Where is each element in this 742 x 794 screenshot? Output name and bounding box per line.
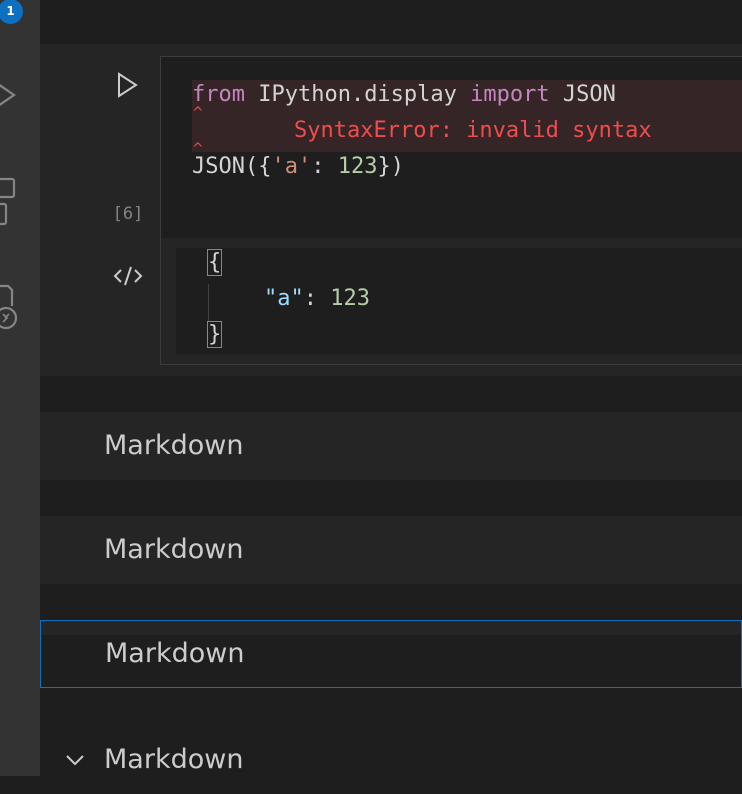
notification-badge: 1: [0, 0, 23, 24]
chevron-down-icon[interactable]: [64, 752, 86, 768]
json-close-brace: }: [206, 321, 223, 348]
markdown-cell-label: Markdown: [105, 638, 245, 669]
run-debug-icon[interactable]: [0, 80, 18, 110]
json-entry: "a": 123: [264, 286, 370, 311]
markdown-cell-label: Markdown: [104, 534, 244, 565]
syntax-error-message: SyntaxError: invalid syntax: [294, 118, 652, 143]
markdown-cell[interactable]: Markdown: [40, 412, 742, 480]
code-line-2[interactable]: JSON({'a': 123}): [192, 154, 404, 179]
activity-bar: 1: [0, 0, 40, 776]
indent-guide: [208, 284, 209, 322]
execution-count: [6]: [112, 204, 144, 224]
output-code-icon[interactable]: [112, 262, 144, 290]
markdown-cell-selected[interactable]: Markdown: [40, 620, 742, 688]
run-cell-button[interactable]: [114, 70, 140, 100]
code-line-1[interactable]: from IPython.display import JSON: [192, 82, 616, 107]
error-squiggle: ^: [192, 105, 204, 121]
markdown-cell-label: Markdown: [104, 744, 244, 775]
remote-explorer-icon[interactable]: [0, 284, 20, 332]
markdown-cell[interactable]: Markdown: [40, 726, 742, 794]
json-open-brace: {: [206, 249, 223, 276]
markdown-cell-label: Markdown: [104, 430, 244, 461]
notebook-editor: [6] from IPython.display import JSON ^ S…: [40, 0, 742, 794]
extensions-icon[interactable]: [0, 176, 18, 228]
json-output[interactable]: [176, 248, 742, 354]
markdown-cell[interactable]: Markdown: [40, 516, 742, 584]
